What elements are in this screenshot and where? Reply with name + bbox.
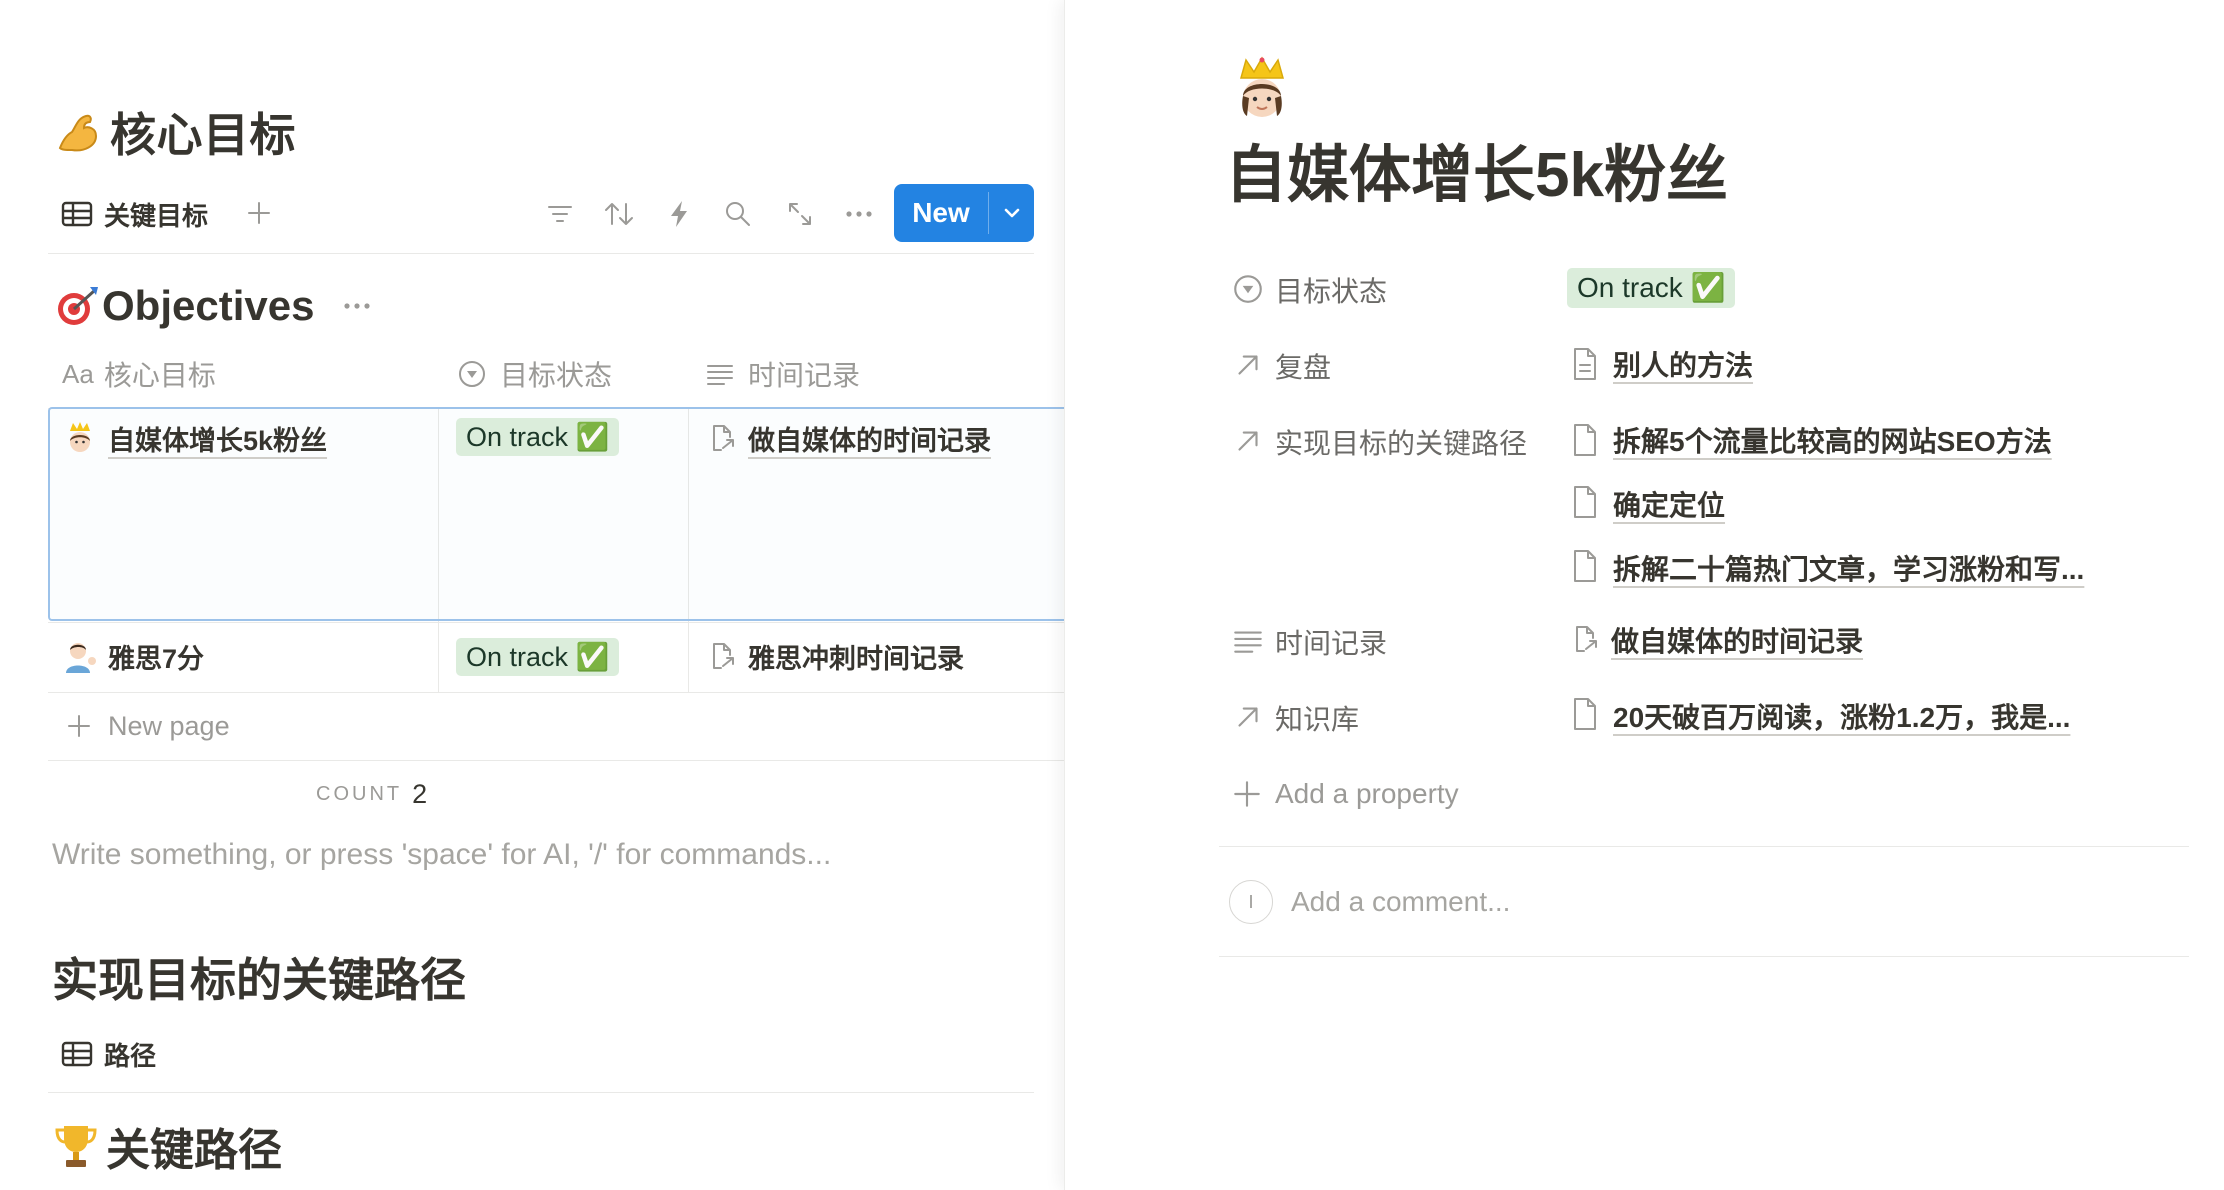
person-tipping-hand-emoji-icon [66, 643, 96, 673]
new-button-dropdown[interactable] [989, 184, 1034, 242]
database-more-icon[interactable] [340, 292, 374, 320]
more-options-icon[interactable] [842, 200, 876, 228]
table-icon [61, 201, 93, 227]
page-link-icon [713, 643, 734, 669]
column-header-time-log[interactable]: 时间记录 [704, 354, 860, 394]
property-label-status[interactable]: 目标状态 [1275, 270, 1387, 310]
row-divider [48, 760, 1064, 761]
plus-icon [1234, 781, 1260, 807]
trophy-icon [55, 1126, 97, 1167]
princess-emoji-icon[interactable] [1231, 56, 1293, 120]
count-value: 2 [412, 778, 428, 809]
toolbar-divider [48, 1092, 1034, 1093]
text-lines-icon [1234, 631, 1262, 653]
status-badge[interactable]: On track ✅ [456, 638, 620, 676]
search-icon[interactable] [722, 198, 754, 230]
target-dart-icon [58, 287, 98, 325]
section-heading[interactable]: 实现目标的关键路径 [52, 944, 466, 1010]
relation-arrow-icon [1238, 355, 1258, 375]
new-button[interactable]: New [894, 184, 988, 242]
page-title-text: 核心目标 [110, 109, 296, 161]
column-header-name[interactable]: Aa 核心目标 [62, 354, 216, 394]
section-database-title-text: 关键路径 [106, 1126, 282, 1175]
add-property-label: Add a property [1275, 778, 1459, 809]
status-badge[interactable]: On track ✅ [456, 418, 620, 456]
add-property-button[interactable]: Add a property [1231, 774, 1459, 814]
view-tab-path[interactable]: 路径 [60, 1034, 156, 1074]
new-page-label: New page [108, 710, 230, 741]
row-title-cell[interactable]: 自媒体增长5k粉丝 [64, 418, 327, 458]
column-header-label: 时间记录 [748, 360, 861, 391]
filter-icon[interactable] [544, 198, 576, 230]
page-icon [1574, 486, 1596, 518]
row-divider [48, 622, 1064, 623]
relation-link[interactable]: 做自媒体的时间记录 [1611, 620, 1863, 660]
page-title: 核心目标 [54, 100, 296, 164]
property-label-key-paths[interactable]: 实现目标的关键路径 [1275, 422, 1527, 462]
relation-cell[interactable]: 雅思冲刺时间记录 [706, 636, 964, 676]
page-icon [1574, 424, 1596, 456]
table-icon [61, 1041, 93, 1067]
page-link-icon [713, 425, 734, 451]
relation-link[interactable]: 雅思冲刺时间记录 [748, 637, 964, 676]
page-icon [1574, 550, 1596, 582]
database-title-text: Objectives [102, 282, 315, 329]
relation-link[interactable]: 做自媒体的时间记录 [748, 419, 991, 458]
relation-cell[interactable]: 做自媒体的时间记录 [706, 418, 991, 458]
page-icon [1574, 698, 1596, 730]
count-label: COUNT [316, 782, 403, 805]
property-label-knowledge-base[interactable]: 知识库 [1275, 698, 1359, 738]
page-icon [1574, 348, 1596, 380]
properties-divider [1219, 846, 2189, 847]
row-title-cell[interactable]: 雅思7分 [64, 636, 204, 676]
princess-emoji-icon [70, 422, 90, 452]
relation-arrow-icon [1238, 431, 1258, 451]
view-tab-key-objectives[interactable]: 关键目标 [60, 194, 208, 234]
page-link-icon [1576, 626, 1597, 652]
relation-arrow-icon [1238, 707, 1258, 727]
row-title-link[interactable]: 自媒体增长5k粉丝 [108, 419, 327, 458]
status-icon [459, 361, 485, 387]
flexed-biceps-icon [58, 114, 98, 152]
add-view-plus-icon[interactable] [244, 198, 274, 228]
text-lines-icon [707, 365, 733, 385]
text-type-icon: Aa [62, 358, 94, 389]
new-button-group: New [894, 184, 1034, 242]
expand-icon[interactable] [784, 198, 816, 230]
new-page-row[interactable]: New page [64, 706, 230, 746]
column-header-status[interactable]: 目标状态 [456, 354, 612, 394]
property-label-review[interactable]: 复盘 [1275, 346, 1331, 386]
count-aggregation[interactable]: COUNT 2 [316, 776, 427, 812]
database-page-pane: 核心目标 关键目标 New Objectives Aa 核心目标 目标状态 时间… [0, 0, 1064, 1190]
peek-page-title[interactable]: 自媒体增长5k粉丝 [1225, 124, 1728, 214]
row-divider [48, 692, 1064, 693]
status-badge[interactable]: On track ✅ [1567, 268, 1736, 308]
relation-link[interactable]: 拆解二十篇热门文章，学习涨粉和写... [1613, 548, 2084, 588]
section-database-title[interactable]: 关键路径 [54, 1118, 282, 1175]
page-peek-pane: 自媒体增长5k粉丝 目标状态 On track ✅ 复盘 别人的方法 实现目标的… [1064, 0, 2224, 1190]
relation-link[interactable]: 20天破百万阅读，涨粉1.2万，我是... [1613, 696, 2070, 736]
column-header-label: 目标状态 [500, 360, 613, 391]
avatar: I [1229, 880, 1273, 924]
automation-lightning-icon[interactable] [664, 198, 694, 230]
relation-link[interactable]: 拆解5个流量比较高的网站SEO方法 [1613, 420, 2052, 460]
view-tab-label: 路径 [104, 1040, 157, 1071]
block-placeholder[interactable]: Write something, or press 'space' for AI… [52, 838, 831, 872]
comment-divider [1219, 956, 2189, 957]
relation-link[interactable]: 确定定位 [1613, 484, 1725, 524]
chevron-down-icon [1004, 208, 1019, 218]
property-label-time-log[interactable]: 时间记录 [1275, 622, 1387, 662]
sort-icon[interactable] [602, 198, 636, 230]
view-tab-label: 关键目标 [104, 200, 209, 231]
column-header-label: 核心目标 [103, 360, 216, 391]
database-title[interactable]: Objectives [54, 280, 314, 332]
row-title-link[interactable]: 雅思7分 [108, 637, 204, 676]
plus-icon [68, 715, 90, 737]
relation-link[interactable]: 别人的方法 [1613, 344, 1753, 384]
status-icon [1234, 275, 1262, 303]
comment-input[interactable]: Add a comment... [1291, 886, 1510, 918]
toolbar-divider [48, 253, 1034, 254]
